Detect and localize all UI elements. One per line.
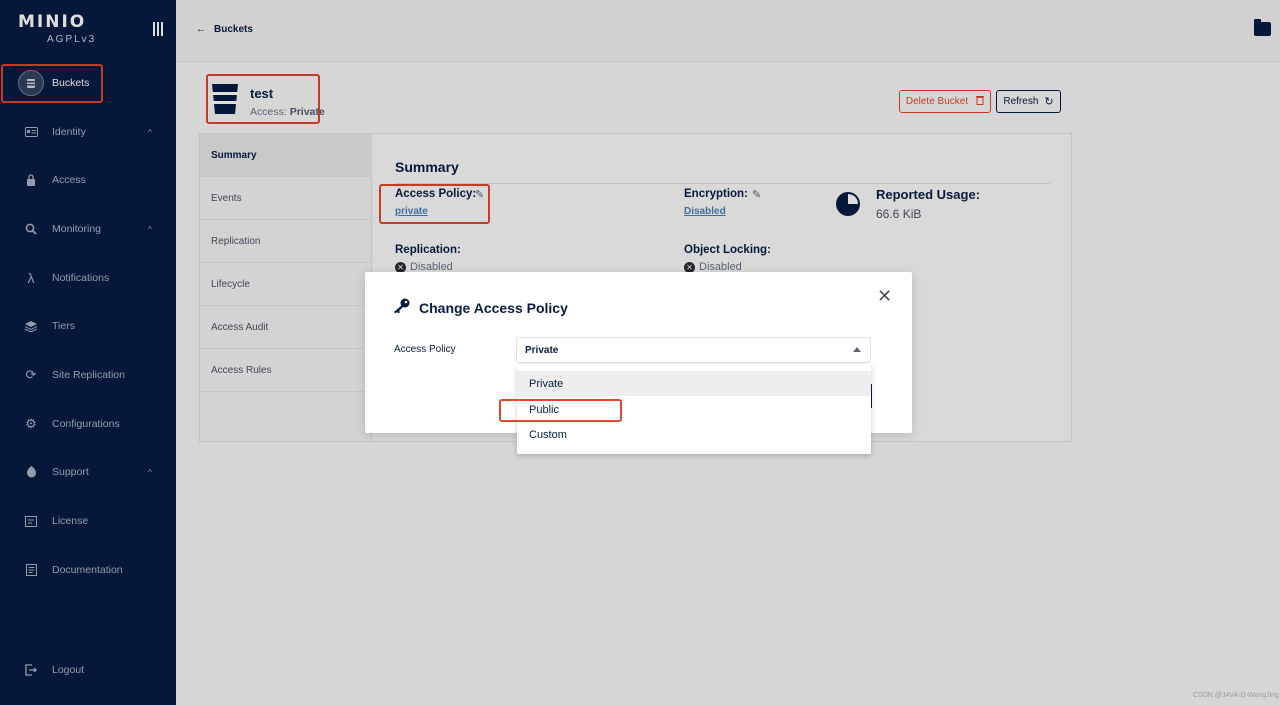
access-policy-field-label: Access Policy xyxy=(394,344,456,355)
select-value: Private xyxy=(525,345,559,356)
close-icon[interactable]: ✕ xyxy=(877,286,892,307)
dialog-title: Change Access Policy xyxy=(393,298,568,317)
caret-up-icon xyxy=(853,347,861,352)
watermark: CSDN @JAVA-D-WangJing xyxy=(1193,692,1279,699)
option-custom[interactable]: Custom xyxy=(517,422,871,447)
dialog-title-text: Change Access Policy xyxy=(419,299,568,316)
annotation-highlight-public xyxy=(499,399,622,422)
option-private[interactable]: Private xyxy=(517,371,871,396)
access-policy-select[interactable]: Private xyxy=(516,337,871,363)
key-icon xyxy=(393,298,411,317)
